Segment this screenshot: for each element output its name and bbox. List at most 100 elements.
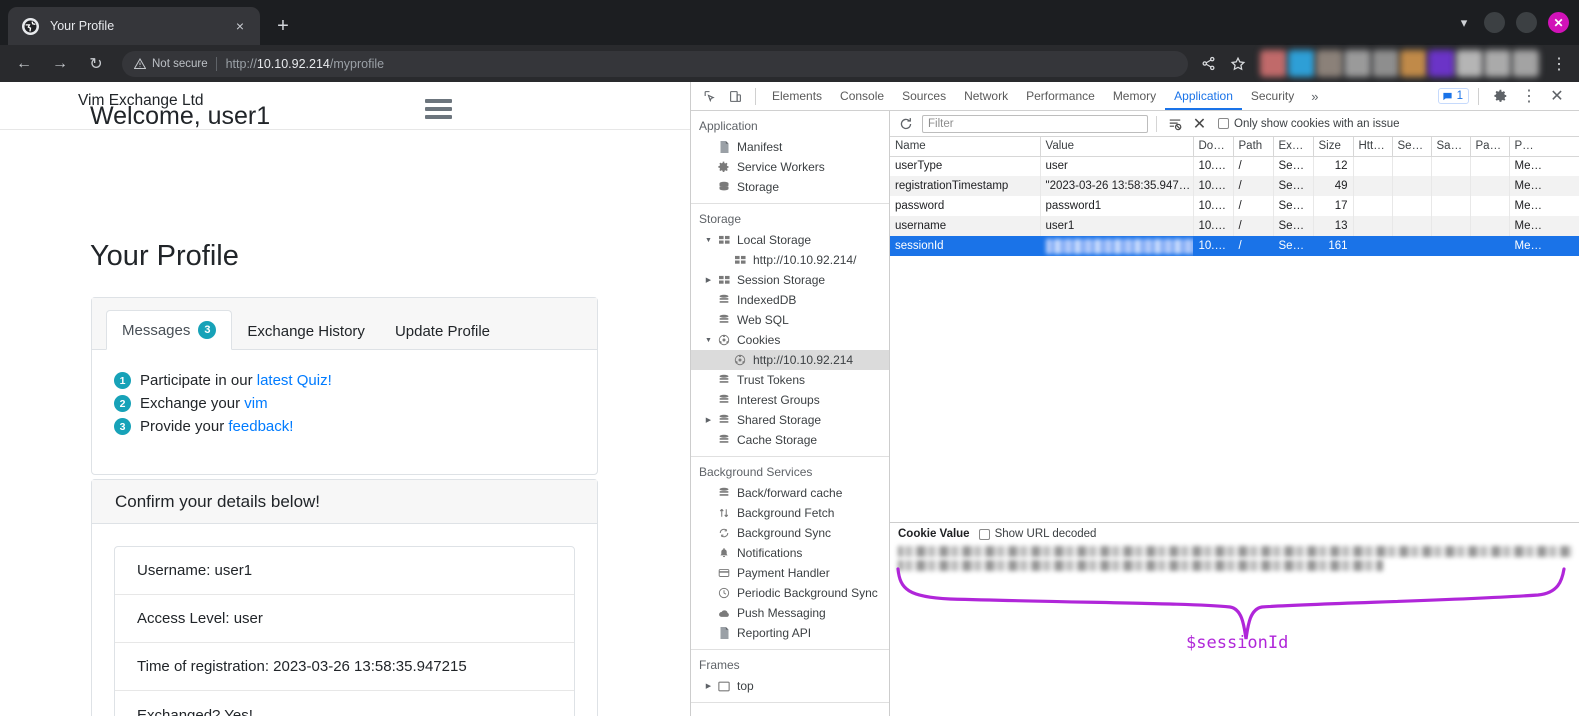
- tab-update-profile[interactable]: Update Profile: [380, 313, 505, 350]
- details-card-header: Confirm your details below!: [92, 480, 597, 524]
- sidebar-item-trust-tokens[interactable]: Trust Tokens: [691, 370, 889, 390]
- tab-messages[interactable]: Messages 3: [106, 310, 233, 350]
- only-issues-checkbox[interactable]: [1218, 118, 1229, 129]
- devtools-menu-icon[interactable]: ⋮: [1516, 84, 1542, 108]
- sidebar-item-cookies-origin[interactable]: http://10.10.92.214: [691, 350, 889, 370]
- sidebar-item-background-fetch[interactable]: Background Fetch: [691, 503, 889, 523]
- forward-icon[interactable]: →: [45, 49, 75, 79]
- col-domain[interactable]: Do…: [1193, 137, 1234, 157]
- tab-performance[interactable]: Performance: [1017, 82, 1104, 110]
- show-url-decoded-checkbox[interactable]: [978, 528, 990, 540]
- sidebar-item-interest-groups[interactable]: Interest Groups: [691, 390, 889, 410]
- only-issues-checkbox-wrap[interactable]: Only show cookies with an issue: [1218, 118, 1400, 130]
- sidebar-item-background-sync[interactable]: Background Sync: [691, 523, 889, 543]
- sidebar-item-cache-storage[interactable]: Cache Storage: [691, 430, 889, 450]
- tab-security[interactable]: Security: [1242, 82, 1303, 110]
- chevron-down-icon[interactable]: ▼: [704, 237, 713, 244]
- sidebar-item-session-storage[interactable]: ▶ Session Storage: [691, 270, 889, 290]
- table-row[interactable]: registrationTimestamp "2023-03-26 13:58:…: [890, 176, 1579, 196]
- extension-icon[interactable]: [1512, 50, 1539, 77]
- extension-icon[interactable]: [1428, 50, 1455, 77]
- sidebar-item-frame-top[interactable]: ▶ top: [691, 676, 889, 696]
- sidebar-item-back-forward-cache[interactable]: Back/forward cache: [691, 483, 889, 503]
- sidebar-item-periodic-background-sync[interactable]: Periodic Background Sync: [691, 583, 889, 603]
- reload-icon[interactable]: ↻: [81, 49, 111, 79]
- chevron-down-icon[interactable]: ▼: [704, 337, 713, 344]
- table-row[interactable]: userType user 10.… / Se… 12 Me…: [890, 156, 1579, 176]
- extension-icon[interactable]: [1316, 50, 1343, 77]
- col-name[interactable]: Name: [890, 137, 1041, 157]
- col-path[interactable]: Path: [1233, 137, 1274, 157]
- col-size[interactable]: Size: [1313, 137, 1354, 157]
- issues-badge[interactable]: 1: [1437, 88, 1469, 104]
- tab-memory[interactable]: Memory: [1104, 82, 1165, 110]
- sidebar-item-service-workers[interactable]: Service Workers: [691, 157, 889, 177]
- chevron-right-icon[interactable]: ▶: [704, 276, 713, 284]
- sidebar-item-web-sql[interactable]: Web SQL: [691, 310, 889, 330]
- sidebar-item-local-storage-origin[interactable]: http://10.10.92.214/: [691, 250, 889, 270]
- extension-icon[interactable]: [1484, 50, 1511, 77]
- sidebar-item-manifest[interactable]: Manifest: [691, 137, 889, 157]
- extension-icon[interactable]: [1372, 50, 1399, 77]
- sidebar-item-push-messaging[interactable]: Push Messaging: [691, 603, 889, 623]
- table-row-selected[interactable]: sessionId 10.… / Se… 161 Me…: [890, 236, 1579, 256]
- table-row[interactable]: username user1 10.… / Se… 13 Me…: [890, 216, 1579, 236]
- new-tab-button[interactable]: +: [269, 12, 297, 40]
- tab-console[interactable]: Console: [831, 82, 893, 110]
- sidebar-item-storage[interactable]: Storage: [691, 177, 889, 197]
- window-maximize-button[interactable]: [1516, 12, 1537, 33]
- col-samesite[interactable]: Sa…: [1431, 137, 1471, 157]
- tab-overflow-icon[interactable]: »: [1303, 89, 1326, 104]
- show-url-decoded-wrap[interactable]: Show URL decoded: [978, 528, 1096, 540]
- sidebar-item-notifications[interactable]: Notifications: [691, 543, 889, 563]
- back-icon[interactable]: ←: [9, 49, 39, 79]
- chevron-down-icon[interactable]: ▾: [1455, 15, 1473, 31]
- message-link[interactable]: latest Quiz!: [257, 372, 332, 389]
- close-icon[interactable]: ×: [230, 16, 250, 36]
- clear-icon[interactable]: ✕: [1190, 114, 1209, 133]
- filter-input[interactable]: [922, 114, 1148, 133]
- tab-elements[interactable]: Elements: [763, 82, 831, 110]
- extension-icon[interactable]: [1344, 50, 1371, 77]
- extensions-strip[interactable]: [1260, 50, 1539, 77]
- device-toolbar-icon[interactable]: [722, 84, 748, 108]
- window-close-button[interactable]: ✕: [1548, 12, 1569, 33]
- sidebar-item-indexeddb[interactable]: IndexedDB: [691, 290, 889, 310]
- sidebar-item-local-storage[interactable]: ▼ Local Storage: [691, 230, 889, 250]
- devtools-close-icon[interactable]: ✕: [1544, 84, 1570, 108]
- browser-menu-icon[interactable]: ⋮: [1545, 50, 1573, 78]
- clear-filters-icon[interactable]: [1165, 114, 1184, 133]
- col-priority[interactable]: P…: [1509, 137, 1579, 157]
- refresh-icon[interactable]: [896, 114, 916, 134]
- star-icon[interactable]: [1224, 50, 1252, 78]
- sidebar-item-shared-storage[interactable]: ▶ Shared Storage: [691, 410, 889, 430]
- tab-network[interactable]: Network: [955, 82, 1017, 110]
- col-secure[interactable]: Se…: [1392, 137, 1432, 157]
- col-expires[interactable]: Ex…: [1273, 137, 1314, 157]
- tab-application[interactable]: Application: [1165, 82, 1242, 110]
- sidebar-item-reporting-api[interactable]: Reporting API: [691, 623, 889, 643]
- browser-tab[interactable]: Your Profile ×: [8, 7, 260, 45]
- col-partition[interactable]: Pa…: [1470, 137, 1510, 157]
- hamburger-menu-icon[interactable]: [425, 99, 452, 123]
- message-link[interactable]: feedback!: [228, 418, 293, 435]
- extension-icon[interactable]: [1260, 50, 1287, 77]
- table-row[interactable]: password password1 10.… / Se… 17 Me…: [890, 196, 1579, 216]
- inspect-element-icon[interactable]: [696, 84, 722, 108]
- share-icon[interactable]: [1194, 50, 1222, 78]
- col-value[interactable]: Value: [1040, 137, 1194, 157]
- window-minimize-button[interactable]: [1484, 12, 1505, 33]
- extension-icon[interactable]: [1400, 50, 1427, 77]
- gear-icon[interactable]: [1488, 84, 1514, 108]
- extension-icon[interactable]: [1288, 50, 1315, 77]
- col-httponly[interactable]: Htt…: [1353, 137, 1393, 157]
- sidebar-item-cookies[interactable]: ▼ Cookies: [691, 330, 889, 350]
- tab-sources[interactable]: Sources: [893, 82, 955, 110]
- sidebar-item-payment-handler[interactable]: Payment Handler: [691, 563, 889, 583]
- extension-icon[interactable]: [1456, 50, 1483, 77]
- chevron-right-icon[interactable]: ▶: [704, 682, 713, 690]
- address-bar[interactable]: Not secure http://10.10.92.214/myprofile: [122, 50, 1188, 77]
- message-link[interactable]: vim: [244, 395, 267, 412]
- tab-exchange-history[interactable]: Exchange History: [232, 313, 380, 350]
- chevron-right-icon[interactable]: ▶: [704, 416, 713, 424]
